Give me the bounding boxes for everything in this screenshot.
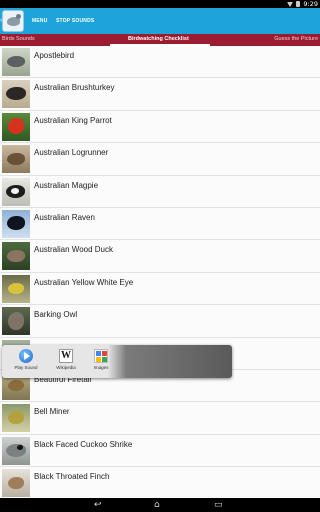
- bird-name: Apostlebird: [34, 51, 75, 60]
- list-item[interactable]: Black Faced Cuckoo Shrike: [0, 434, 320, 468]
- bird-thumbnail: [2, 80, 30, 109]
- list-item[interactable]: Australian Magpie: [0, 175, 320, 208]
- bird-thumbnail: [2, 145, 30, 174]
- tab-birds-sounds[interactable]: Birds Sounds: [2, 34, 35, 46]
- bird-thumbnail: [2, 307, 30, 336]
- tab-strip: Birds Sounds Birdwatching Checklist Gues…: [0, 34, 320, 46]
- bird-name: Australian Raven: [34, 213, 95, 222]
- status-bar: 9:29: [0, 0, 320, 8]
- play-icon: [19, 349, 33, 363]
- list-item[interactable]: Australian King Parrot: [0, 110, 320, 144]
- bird-thumbnail: [2, 274, 30, 303]
- list-item[interactable]: Australian Raven: [0, 208, 320, 241]
- recent-apps-icon[interactable]: ▭: [214, 500, 223, 510]
- bird-name: Australian Logrunner: [34, 148, 109, 158]
- wikipedia-label: Wikipedia: [56, 365, 76, 370]
- home-icon[interactable]: ⌂: [154, 500, 160, 510]
- bird-action-popup: Play Sound W Wikipedia Images: [2, 345, 232, 378]
- stop-sounds-button[interactable]: STOP SOUNDS: [56, 16, 94, 26]
- wikipedia-button[interactable]: W Wikipedia: [48, 347, 84, 375]
- bird-thumbnail: [2, 177, 30, 206]
- status-clock: 9:29: [303, 0, 318, 8]
- list-item[interactable]: Black Throated Finch: [0, 467, 320, 498]
- wikipedia-icon: W: [59, 349, 73, 363]
- menu-button[interactable]: MENU: [32, 16, 48, 26]
- list-item[interactable]: Bell Miner: [0, 402, 320, 435]
- bird-name: Black Faced Cuckoo Shrike: [34, 439, 133, 449]
- battery-icon: [296, 1, 301, 7]
- play-sound-label: Play Sound: [14, 365, 38, 370]
- bird-name: Bell Miner: [34, 407, 70, 417]
- google-images-icon: [94, 349, 108, 363]
- bird-thumbnail: [2, 210, 30, 238]
- bird-thumbnail: [2, 469, 30, 498]
- bird-thumbnail: [2, 404, 30, 433]
- list-item[interactable]: Apostlebird: [0, 46, 320, 79]
- bird-list[interactable]: Apostlebird Australian Brushturkey Austr…: [0, 46, 320, 498]
- bird-name: Barking Owl: [34, 310, 78, 320]
- list-item[interactable]: Australian Wood Duck: [0, 240, 320, 273]
- list-item[interactable]: Australian Yellow White Eye: [0, 272, 320, 306]
- app-logo-icon[interactable]: [2, 10, 24, 32]
- list-item[interactable]: Barking Owl: [0, 305, 320, 338]
- tab-guess-the-picture[interactable]: Guess the Picture: [274, 34, 318, 46]
- bird-name: Australian Magpie: [34, 180, 99, 190]
- back-icon[interactable]: ↩: [94, 500, 102, 510]
- images-button[interactable]: Images: [83, 347, 119, 375]
- bird-name: Australian Yellow White Eye: [34, 277, 134, 287]
- bird-name: Australian Brushturkey: [34, 83, 115, 93]
- images-label: Images: [93, 365, 109, 370]
- play-sound-button[interactable]: Play Sound: [8, 347, 44, 375]
- navigation-bar: ↩ ⌂ ▭: [0, 498, 320, 512]
- list-item[interactable]: Australian Brushturkey: [0, 78, 320, 111]
- bird-thumbnail: [2, 48, 30, 76]
- bird-thumbnail: [2, 112, 30, 141]
- wifi-icon: [287, 1, 294, 7]
- bird-name: Black Throated Finch: [34, 472, 110, 482]
- list-item[interactable]: Australian Logrunner: [0, 143, 320, 176]
- bird-thumbnail: [2, 242, 30, 271]
- bird-name: Australian King Parrot: [34, 115, 112, 125]
- bird-thumbnail: [2, 436, 30, 465]
- bird-name: Australian Wood Duck: [34, 245, 113, 255]
- action-bar: ‹ MENU STOP SOUNDS: [0, 8, 320, 34]
